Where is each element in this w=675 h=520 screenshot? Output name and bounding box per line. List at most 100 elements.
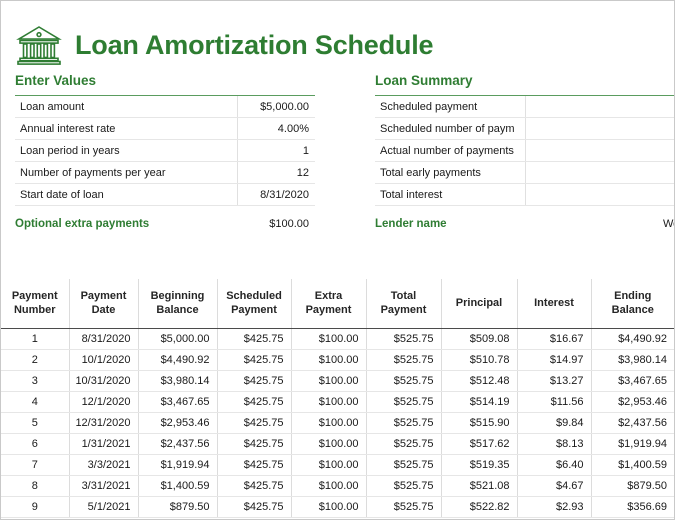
cell-scheduled-payment: $425.75 [216,370,291,392]
loan-summary-value[interactable] [525,95,674,118]
document-header: Loan Amortization Schedule [1,1,674,73]
table-row[interactable]: 2 10/1/2020 $4,490.92 $425.75 $100.00 $525.75… [1,349,674,371]
table-row[interactable]: Loan amount $5,000.00 [15,95,315,118]
cell-beginning-balance: $1,919.94 [137,454,217,476]
cell-payment-date: 5/1/2021 [68,496,138,518]
cell-interest: $6.40 [516,454,591,476]
loan-summary-value[interactable] [525,161,674,184]
table-row[interactable]: Loan period in years 1 [15,139,315,162]
cell-principal: $517.62 [440,433,517,455]
cell-payment-number: 4 [1,391,69,413]
column-header-ending-balance[interactable]: Ending Balance [590,279,674,329]
cell-scheduled-payment: $425.75 [216,454,291,476]
loan-amortization-page: Loan Amortization Schedule Enter Values … [0,0,675,520]
column-header-payment-number[interactable]: Payment Number [1,279,69,329]
cell-principal: $519.35 [440,454,517,476]
column-header-payment-date[interactable]: Payment Date [68,279,138,329]
cell-payment-date: 12/31/2020 [68,412,138,434]
cell-extra-payment: $100.00 [290,370,366,392]
optional-extra-payments-value[interactable]: $100.00 [269,218,315,230]
cell-ending-balance: $1,400.59 [590,454,674,476]
column-header-total-payment[interactable]: Total Payment [365,279,441,329]
cell-scheduled-payment: $425.75 [216,349,291,371]
loan-summary-label: Total early payments [375,161,526,184]
table-row[interactable]: Scheduled number of paym [375,117,674,140]
lender-name-label: Lender name [375,218,447,230]
column-header-extra-payment[interactable]: Extra Payment [290,279,366,329]
cell-payment-date: 3/3/2021 [68,454,138,476]
schedule-body: 1 8/31/2020 $5,000.00 $425.75 $100.00 $525.75… [1,328,674,518]
cell-ending-balance: $3,467.65 [590,370,674,392]
cell-payment-number: 7 [1,454,69,476]
cell-total-payment: $525.75 [365,496,441,518]
loan-summary-value[interactable] [525,139,674,162]
cell-beginning-balance: $879.50 [137,496,217,518]
cell-extra-payment: $100.00 [290,433,366,455]
table-row[interactable]: 9 5/1/2021 $879.50 $425.75 $100.00 $525.75 $52… [1,496,674,518]
loan-summary-label: Total interest [375,183,526,206]
table-row[interactable]: 4 12/1/2020 $3,467.65 $425.75 $100.00 $525.75… [1,391,674,413]
cell-ending-balance: $2,437.56 [590,412,674,434]
table-row[interactable]: 5 12/31/2020 $2,953.46 $425.75 $100.00 $525.7… [1,412,674,434]
cell-beginning-balance: $5,000.00 [137,328,217,350]
lender-name-value[interactable]: Wo [663,218,674,230]
loan-summary-value[interactable] [525,183,674,206]
cell-ending-balance: $1,919.94 [590,433,674,455]
enter-values-value[interactable]: 12 [237,161,315,184]
cell-total-payment: $525.75 [365,475,441,497]
schedule-header-row: Payment Number Payment Date Beginning Balan… [1,279,674,329]
cell-ending-balance: $879.50 [590,475,674,497]
column-header-principal[interactable]: Principal [440,279,517,329]
cell-total-payment: $525.75 [365,391,441,413]
cell-interest: $2.93 [516,496,591,518]
table-row[interactable]: Start date of loan 8/31/2020 [15,183,315,206]
cell-ending-balance: $3,980.14 [590,349,674,371]
bank-icon [15,21,63,69]
cell-payment-date: 12/1/2020 [68,391,138,413]
enter-values-value[interactable]: $5,000.00 [237,95,315,118]
enter-values-value[interactable]: 1 [237,139,315,162]
cell-principal: $521.08 [440,475,517,497]
table-row[interactable]: Actual number of payments [375,139,674,162]
cell-extra-payment: $100.00 [290,496,366,518]
cell-total-payment: $525.75 [365,328,441,350]
table-row[interactable]: Annual interest rate 4.00% [15,117,315,140]
table-row[interactable]: 8 3/31/2021 $1,400.59 $425.75 $100.00 $525.75… [1,475,674,497]
enter-values-value[interactable]: 4.00% [237,117,315,140]
table-row[interactable]: 3 10/31/2020 $3,980.14 $425.75 $100.00 $525.7… [1,370,674,392]
table-row[interactable]: 1 8/31/2020 $5,000.00 $425.75 $100.00 $525.75… [1,328,674,350]
cell-extra-payment: $100.00 [290,328,366,350]
enter-values-value[interactable]: 8/31/2020 [237,183,315,206]
loan-summary-table: Scheduled payment Scheduled number of pa… [375,95,674,206]
enter-values-label: Start date of loan [15,183,238,206]
cell-beginning-balance: $2,437.56 [137,433,217,455]
cell-principal: $510.78 [440,349,517,371]
cell-principal: $514.19 [440,391,517,413]
lender-name-row: Lender name Wo [375,218,674,230]
cell-payment-date: 10/31/2020 [68,370,138,392]
cell-payment-number: 8 [1,475,69,497]
optional-extra-payments-label: Optional extra payments [15,218,150,230]
table-row[interactable]: 7 3/3/2021 $1,919.94 $425.75 $100.00 $525.75 $… [1,454,674,476]
table-row[interactable]: Total interest [375,183,674,206]
table-row[interactable]: Scheduled payment [375,95,674,118]
table-row[interactable]: 6 1/31/2021 $2,437.56 $425.75 $100.00 $525.75… [1,433,674,455]
loan-summary-value[interactable] [525,117,674,140]
cell-beginning-balance: $3,980.14 [137,370,217,392]
cell-principal: $522.82 [440,496,517,518]
table-row[interactable]: Number of payments per year 12 [15,161,315,184]
cell-interest: $16.67 [516,328,591,350]
column-header-beginning-balance[interactable]: Beginning Balance [137,279,217,329]
column-header-scheduled-payment[interactable]: Scheduled Payment [216,279,291,329]
cell-ending-balance: $4,490.92 [590,328,674,350]
summary-band: Enter Values Loan amount $5,000.00 Annua… [1,73,674,248]
column-header-interest[interactable]: Interest [516,279,591,329]
enter-values-label: Annual interest rate [15,117,238,140]
cell-principal: $515.90 [440,412,517,434]
cell-interest: $13.27 [516,370,591,392]
cell-principal: $509.08 [440,328,517,350]
table-row[interactable]: Total early payments [375,161,674,184]
enter-values-label: Number of payments per year [15,161,238,184]
cell-extra-payment: $100.00 [290,454,366,476]
cell-total-payment: $525.75 [365,412,441,434]
